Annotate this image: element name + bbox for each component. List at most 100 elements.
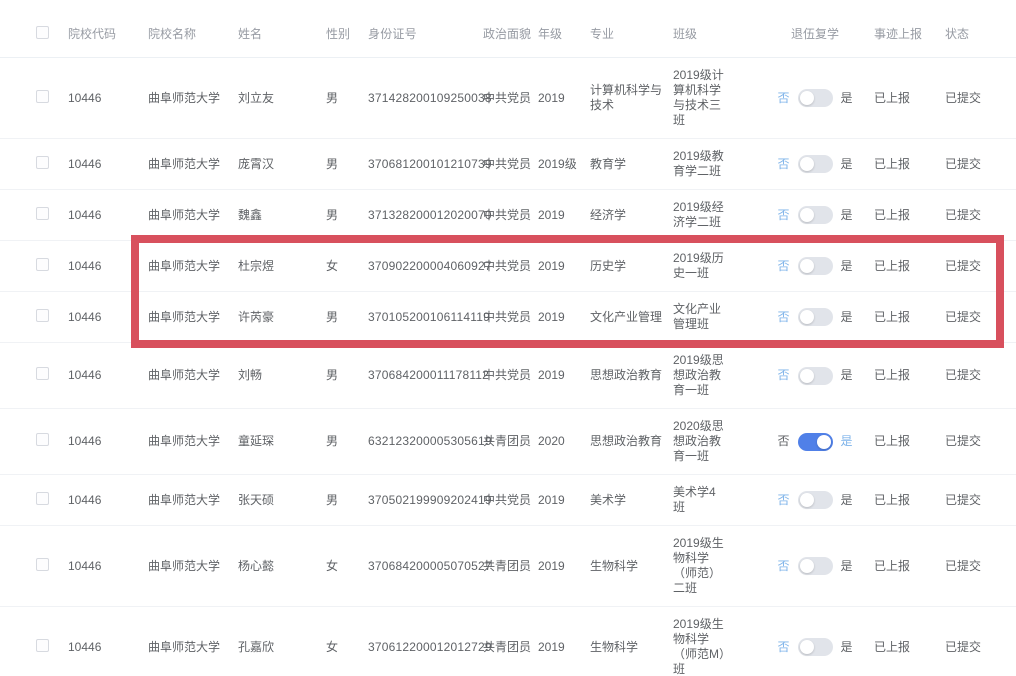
toggle-no-label: 否: [777, 157, 789, 172]
row-checkbox[interactable]: [36, 258, 49, 271]
cell-class: 美术学4班: [673, 485, 727, 515]
cell-id-number: 370684200005070527: [368, 559, 492, 573]
toggle-knob-icon: [800, 369, 814, 383]
row-checkbox[interactable]: [36, 156, 49, 169]
return-school-toggle-group: 否 是: [777, 491, 852, 509]
cell-name: 童延琛: [238, 434, 274, 448]
return-school-toggle[interactable]: [798, 89, 833, 107]
return-school-toggle-group: 否 是: [777, 206, 852, 224]
cell-grade: 2019级: [538, 157, 577, 171]
cell-grade: 2019: [538, 559, 565, 573]
cell-id-number: 371428200109250038: [368, 91, 492, 105]
toggle-no-label: 否: [777, 640, 789, 655]
cell-gender: 男: [326, 493, 338, 507]
cell-deeds: 已上报: [874, 91, 910, 105]
return-school-toggle[interactable]: [798, 155, 833, 173]
cell-class: 文化产业管理班: [673, 302, 727, 332]
row-checkbox[interactable]: [36, 309, 49, 322]
cell-status: 已提交: [945, 434, 981, 448]
cell-political: 中共党员: [483, 157, 531, 171]
cell-deeds: 已上报: [874, 559, 910, 573]
row-checkbox[interactable]: [36, 433, 49, 446]
table-row: 10446 曲阜师范大学 许芮豪 男 370105200106114119 中共…: [0, 292, 1016, 343]
return-school-toggle[interactable]: [798, 557, 833, 575]
cell-major: 生物科学: [590, 640, 638, 655]
cell-political: 中共党员: [483, 493, 531, 507]
toggle-no-label: 否: [777, 310, 789, 325]
row-checkbox[interactable]: [36, 639, 49, 652]
cell-gender: 男: [326, 157, 338, 171]
cell-name: 庞霄汉: [238, 157, 274, 171]
return-school-toggle[interactable]: [798, 491, 833, 509]
cell-status: 已提交: [945, 310, 981, 324]
cell-deeds: 已上报: [874, 208, 910, 222]
cell-deeds: 已上报: [874, 434, 910, 448]
table-row: 10446 曲阜师范大学 孔嘉欣 女 370612200012012729 共青…: [0, 607, 1016, 676]
cell-id-number: 370612200012012729: [368, 640, 492, 654]
row-checkbox[interactable]: [36, 492, 49, 505]
cell-code: 10446: [68, 208, 101, 222]
toggle-no-label: 否: [777, 368, 789, 383]
cell-school: 曲阜师范大学: [148, 368, 220, 382]
cell-political: 共青团员: [483, 640, 531, 654]
col-header-class: 班级: [668, 10, 765, 58]
cell-political: 中共党员: [483, 259, 531, 273]
cell-code: 10446: [68, 91, 101, 105]
table-row: 10446 曲阜师范大学 杨心懿 女 370684200005070527 共青…: [0, 526, 1016, 607]
cell-political: 中共党员: [483, 310, 531, 324]
cell-class: 2019级思想政治教育一班: [673, 353, 727, 398]
toggle-knob-icon: [800, 259, 814, 273]
row-checkbox[interactable]: [36, 367, 49, 380]
toggle-no-label: 否: [777, 259, 789, 274]
cell-gender: 女: [326, 640, 338, 654]
cell-grade: 2019: [538, 310, 565, 324]
cell-name: 杨心懿: [238, 559, 274, 573]
cell-name: 许芮豪: [238, 310, 274, 324]
toggle-yes-label: 是: [841, 434, 853, 449]
return-school-toggle[interactable]: [798, 308, 833, 326]
cell-code: 10446: [68, 559, 101, 573]
cell-grade: 2019: [538, 259, 565, 273]
return-school-toggle[interactable]: [798, 367, 833, 385]
table-header-row: 院校代码 院校名称 姓名 性别 身份证号 政治面貌 年级 专业 班级 退伍复学 …: [0, 10, 1016, 58]
col-header-name: 姓名: [230, 10, 315, 58]
toggle-knob-icon: [800, 493, 814, 507]
table-row: 10446 曲阜师范大学 刘畅 男 370684200011178112 中共党…: [0, 343, 1016, 409]
return-school-toggle-group: 否 是: [777, 155, 852, 173]
return-school-toggle-group: 否 是: [777, 433, 852, 451]
toggle-knob-icon: [800, 157, 814, 171]
toggle-yes-label: 是: [841, 559, 853, 574]
cell-code: 10446: [68, 259, 101, 273]
table-row: 10446 曲阜师范大学 张天硕 男 370502199909202419 中共…: [0, 475, 1016, 526]
toggle-yes-label: 是: [841, 157, 853, 172]
toggle-no-label: 否: [777, 559, 789, 574]
return-school-toggle[interactable]: [798, 206, 833, 224]
row-checkbox[interactable]: [36, 90, 49, 103]
return-school-toggle[interactable]: [798, 257, 833, 275]
table-row: 10446 曲阜师范大学 童延琛 男 632123200005305619 共青…: [0, 409, 1016, 475]
cell-political: 中共党员: [483, 91, 531, 105]
return-school-toggle[interactable]: [798, 433, 833, 451]
col-header-political: 政治面貌: [478, 10, 535, 58]
cell-class: 2019级历史一班: [673, 251, 727, 281]
toggle-no-label: 否: [777, 493, 789, 508]
col-header-school: 院校名称: [135, 10, 230, 58]
cell-id-number: 370902200004060927: [368, 259, 492, 273]
cell-class: 2019级经济学二班: [673, 200, 727, 230]
table-row: 10446 曲阜师范大学 魏鑫 男 371328200012020070 中共党…: [0, 190, 1016, 241]
cell-name: 孔嘉欣: [238, 640, 274, 654]
select-all-checkbox[interactable]: [36, 26, 49, 39]
col-header-id-number: 身份证号: [355, 10, 478, 58]
cell-deeds: 已上报: [874, 493, 910, 507]
col-header-return-school: 退伍复学: [765, 10, 865, 58]
toggle-no-label: 否: [777, 434, 789, 449]
cell-major: 美术学: [590, 493, 626, 508]
cell-id-number: 370681200101210739: [368, 157, 492, 171]
cell-code: 10446: [68, 157, 101, 171]
cell-political: 共青团员: [483, 559, 531, 573]
return-school-toggle[interactable]: [798, 638, 833, 656]
row-checkbox[interactable]: [36, 207, 49, 220]
row-checkbox[interactable]: [36, 558, 49, 571]
cell-id-number: 370684200011178112: [368, 368, 489, 382]
cell-code: 10446: [68, 640, 101, 654]
